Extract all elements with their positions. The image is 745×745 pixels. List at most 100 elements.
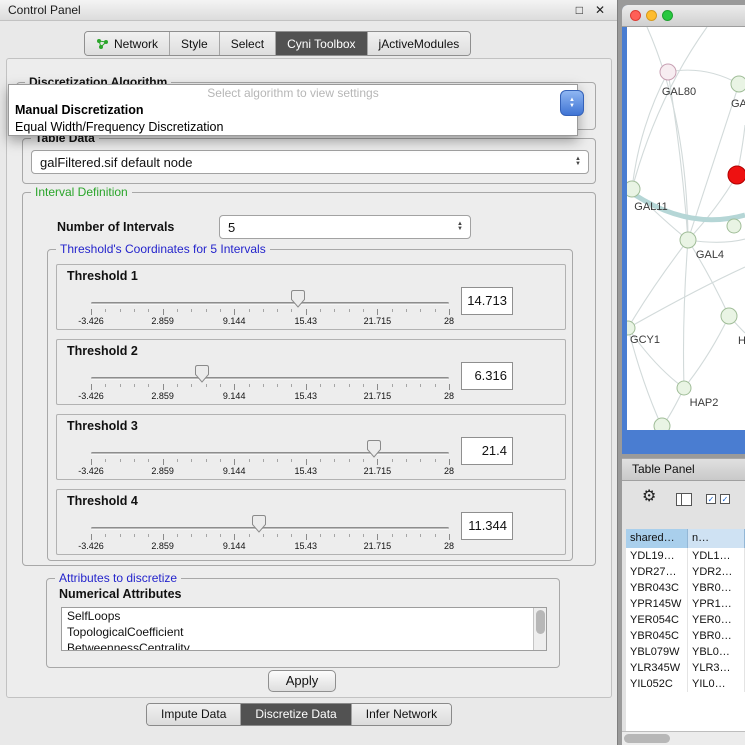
algorithm-combobox-stepper[interactable]: ▲ ▼ <box>560 90 584 116</box>
table-row[interactable]: YIL052CYIL0… <box>626 676 745 692</box>
threshold-slider[interactable]: -3.4262.8599.14415.4321.71528 <box>91 362 449 404</box>
table-row[interactable]: YDL19…YDL1… <box>626 548 745 564</box>
tab-style[interactable]: Style <box>170 32 220 55</box>
slider-thumb[interactable] <box>195 365 209 383</box>
bottom-tab-discretize-data[interactable]: Discretize Data <box>241 704 351 725</box>
select-all-checkbox-icon[interactable]: ✓ <box>706 494 716 504</box>
threshold-value-field[interactable]: 11.344 <box>461 512 513 540</box>
network-edge[interactable] <box>684 240 689 388</box>
network-node[interactable] <box>721 308 737 324</box>
algorithm-dropdown-popup: Select algorithm to view settings Manual… <box>8 84 578 136</box>
tab-select[interactable]: Select <box>220 32 276 55</box>
tick-mark <box>320 534 321 537</box>
threshold-value-field[interactable]: 6.316 <box>461 362 513 390</box>
algorithm-option[interactable]: Manual Discretization <box>9 102 577 119</box>
tick-mark <box>191 459 192 462</box>
attributes-scrollbar[interactable] <box>533 608 546 650</box>
scrollbar-thumb[interactable] <box>624 734 670 743</box>
zoom-traffic-light[interactable] <box>662 10 673 21</box>
network-node[interactable] <box>627 181 640 197</box>
slider-track <box>91 527 449 530</box>
threshold-label: Threshold 3 <box>67 419 138 433</box>
attribute-item[interactable]: BetweennessCentrality <box>62 640 546 651</box>
network-edge[interactable] <box>628 240 688 328</box>
show-columns-icon[interactable] <box>676 493 692 506</box>
tick-mark <box>363 384 364 387</box>
tab-network[interactable]: Network <box>85 32 170 55</box>
table-cell: YBL079W <box>626 644 688 660</box>
network-node-label: GCY1 <box>630 334 660 346</box>
column-header[interactable]: n… <box>688 529 745 548</box>
bottom-tab-infer-network[interactable]: Infer Network <box>352 704 451 725</box>
network-node[interactable] <box>727 219 741 233</box>
table-row[interactable]: YER054CYER0… <box>626 612 745 628</box>
close-window-icon[interactable]: ✕ <box>595 3 605 17</box>
table-row[interactable]: YBR045CYBR0… <box>626 628 745 644</box>
tick-mark <box>406 309 407 312</box>
network-node[interactable] <box>728 166 745 184</box>
tick-mark <box>163 534 164 540</box>
tick-mark <box>234 309 235 315</box>
combo-stepper-icon[interactable]: ▲ ▼ <box>571 157 585 167</box>
network-node[interactable] <box>677 381 691 395</box>
table-row[interactable]: YBL079WYBL0… <box>626 644 745 660</box>
tick-label: -3.426 <box>78 391 104 401</box>
scrollbar-thumb[interactable] <box>536 610 545 634</box>
attribute-item[interactable]: SelfLoops <box>62 608 546 624</box>
tick-label: 9.144 <box>223 391 246 401</box>
table-row[interactable]: YBR043CYBR0… <box>626 580 745 596</box>
combo-stepper-icon[interactable]: ▲ ▼ <box>453 222 467 232</box>
attribute-item[interactable]: TopologicalCoefficient <box>62 624 546 640</box>
slider-thumb[interactable] <box>291 290 305 308</box>
tick-mark <box>392 459 393 462</box>
network-edge[interactable] <box>684 316 729 388</box>
node-attribute-table[interactable]: shared…n… YDL19…YDL1…YDR27…YDR2…YBR043CY… <box>626 529 745 731</box>
slider-thumb[interactable] <box>252 515 266 533</box>
minimize-traffic-light[interactable] <box>646 10 657 21</box>
select-none-checkbox-icon[interactable]: ✓ <box>720 494 730 504</box>
threshold-slider[interactable]: -3.4262.8599.14415.4321.71528 <box>91 287 449 329</box>
bottom-tab-impute-data[interactable]: Impute Data <box>147 704 241 725</box>
apply-button[interactable]: Apply <box>268 670 336 692</box>
network-node[interactable] <box>627 321 635 335</box>
control-panel-titlebar[interactable]: Control Panel □ ✕ <box>0 0 617 21</box>
table-panel-header[interactable]: Table Panel <box>622 458 745 481</box>
interval-definition-label: Interval Definition <box>31 185 132 199</box>
algorithm-option[interactable]: Equal Width/Frequency Discretization <box>9 119 577 136</box>
network-edge[interactable] <box>632 27 707 189</box>
table-row[interactable]: YDR27…YDR2… <box>626 564 745 580</box>
table-data-combobox[interactable]: galFiltered.sif default node ▲ ▼ <box>31 150 589 174</box>
network-window-titlebar[interactable] <box>622 5 745 27</box>
tick-mark <box>306 309 307 315</box>
table-data-group: Table Data galFiltered.sif default node … <box>22 138 596 184</box>
table-cell: YDL19… <box>626 548 688 564</box>
tab-cyni-toolbox[interactable]: Cyni Toolbox <box>276 32 367 55</box>
network-node[interactable] <box>731 76 745 92</box>
column-header[interactable]: shared… <box>626 529 688 548</box>
threshold-value-field[interactable]: 21.4 <box>461 437 513 465</box>
number-of-intervals-combobox[interactable]: 5 ▲ ▼ <box>219 215 471 239</box>
network-edge[interactable] <box>688 239 745 242</box>
close-traffic-light[interactable] <box>630 10 641 21</box>
table-row[interactable]: YLR345WYLR3… <box>626 660 745 676</box>
table-settings-gear-icon[interactable]: ⚙ <box>642 489 656 505</box>
network-node[interactable] <box>680 232 696 248</box>
threshold-value-field[interactable]: 14.713 <box>461 287 513 315</box>
tick-mark <box>263 534 264 537</box>
tick-label: 15.43 <box>295 541 318 551</box>
network-canvas[interactable]: GAL80GAGAL11GAL4GCY1HHAP2 <box>627 27 745 430</box>
table-horizontal-scrollbar[interactable] <box>622 731 745 745</box>
threshold-slider[interactable]: -3.4262.8599.14415.4321.71528 <box>91 512 449 554</box>
table-cell: YER0… <box>688 612 745 628</box>
tab-jactivemodules[interactable]: jActiveModules <box>368 32 471 55</box>
slider-thumb[interactable] <box>367 440 381 458</box>
network-node[interactable] <box>660 64 676 80</box>
tick-mark <box>191 534 192 537</box>
float-window-icon[interactable]: □ <box>576 3 583 17</box>
threshold-slider[interactable]: -3.4262.8599.14415.4321.71528 <box>91 437 449 479</box>
table-row[interactable]: YPR145WYPR1… <box>626 596 745 612</box>
numerical-attributes-list[interactable]: SelfLoopsTopologicalCoefficientBetweenne… <box>61 607 547 651</box>
network-node[interactable] <box>654 418 670 430</box>
network-graph[interactable]: GAL80GAGAL11GAL4GCY1HHAP2 <box>627 27 745 430</box>
tick-mark <box>363 534 364 537</box>
